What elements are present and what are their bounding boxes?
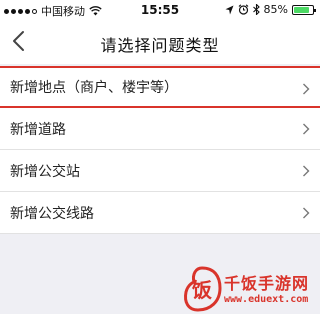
chevron-right-icon (303, 165, 310, 177)
location-icon (225, 5, 234, 14)
problem-type-list: 新增地点（商户、楼宇等） 新增道路 新增公交站 新增公交线路 (0, 66, 320, 234)
status-right: 85% (225, 3, 316, 16)
chevron-right-icon (303, 123, 310, 135)
battery-icon (292, 4, 316, 15)
status-bar: 中国移动 15:55 85% (0, 0, 320, 20)
battery-percent: 85% (263, 3, 288, 16)
watermark-title: 千饭手游网 (224, 274, 310, 293)
list-item-label: 新增道路 (10, 121, 66, 138)
watermark-url: www.eduext.com (224, 294, 309, 305)
watermark-logo: 饭 (184, 266, 222, 312)
watermark-badge-char: 饭 (192, 278, 212, 302)
list-item-add-bus-stop[interactable]: 新增公交站 (0, 150, 320, 192)
list-item-add-place[interactable]: 新增地点（商户、楼宇等） (0, 66, 320, 108)
list-item-add-bus-line[interactable]: 新增公交线路 (0, 192, 320, 234)
nav-bar: 请选择问题类型 (0, 20, 320, 64)
alarm-icon (238, 4, 248, 15)
battery-fill (294, 6, 310, 13)
list-item-label: 新增公交站 (10, 163, 80, 180)
watermark: 饭 千饭手游网 www.eduext.com (182, 266, 320, 314)
list-item-label: 新增地点（商户、楼宇等） (10, 80, 178, 96)
chevron-right-icon (303, 207, 310, 219)
list-item-label: 新增公交线路 (10, 205, 94, 222)
bluetooth-icon (252, 4, 260, 15)
page-title: 请选择问题类型 (100, 36, 220, 55)
list-item-add-road[interactable]: 新增道路 (0, 108, 320, 150)
chevron-right-icon (303, 83, 310, 95)
